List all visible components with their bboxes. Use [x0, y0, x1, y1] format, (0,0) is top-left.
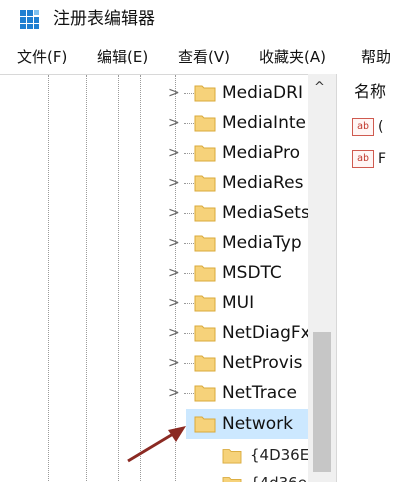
folder-icon [194, 205, 216, 222]
folder-icon [194, 416, 216, 433]
tree-item-label: Network [222, 414, 293, 434]
tree-subitem-label: {4d36e [250, 473, 307, 482]
folder-icon [194, 175, 216, 192]
name-column-header[interactable]: 名称 [354, 82, 386, 102]
values-pane[interactable]: 名称 ab ( ab F [346, 74, 400, 482]
tree-item-label: MediaRes [222, 173, 304, 193]
tree-item-label: MediaInte [222, 113, 306, 133]
tree-item-mediasets[interactable]: > MediaSets [158, 198, 308, 228]
tree-subitem-label: {4D36E [250, 446, 310, 464]
pane-splitter[interactable] [336, 74, 346, 482]
chevron-right-icon[interactable]: > [168, 264, 180, 282]
menu-bar: 文件(F) 编辑(E) 查看(V) 收藏夹(A) 帮助 [0, 40, 400, 74]
value-name[interactable]: ( [378, 118, 383, 136]
tree-item-network[interactable]: Network [186, 409, 308, 439]
folder-icon [194, 295, 216, 312]
folder-icon [194, 115, 216, 132]
tree-item-label: NetDiagFx [222, 323, 308, 343]
chevron-right-icon[interactable]: > [168, 234, 180, 252]
tree-item-label: MUI [222, 293, 255, 313]
title-bar: 注册表编辑器 [0, 0, 400, 40]
chevron-right-icon[interactable]: > [168, 324, 180, 342]
string-value-icon: ab [352, 118, 374, 136]
folder-icon [194, 265, 216, 282]
menu-favorites[interactable]: 收藏夹(A) [259, 47, 326, 67]
tree-item-label: NetTrace [222, 383, 297, 403]
folder-icon [222, 477, 242, 482]
tree-scrollbar[interactable]: ^ [308, 74, 336, 482]
tree-item-label: MediaTyp [222, 233, 302, 253]
string-value-icon: ab [352, 150, 374, 168]
tree-item-mediainte[interactable]: > MediaInte [158, 108, 308, 138]
folder-icon [194, 385, 216, 402]
tree-item-nettrace[interactable]: > NetTrace [158, 378, 308, 408]
folder-icon [194, 145, 216, 162]
folder-icon [222, 449, 242, 464]
folder-icon [194, 325, 216, 342]
chevron-right-icon[interactable]: > [168, 294, 180, 312]
chevron-right-icon[interactable]: > [168, 354, 180, 372]
chevron-right-icon[interactable]: > [168, 144, 180, 162]
tree-item-label: MSDTC [222, 263, 282, 283]
tree-item-label: MediaPro [222, 143, 301, 163]
window-title: 注册表编辑器 [53, 9, 155, 29]
tree-guide-line [48, 75, 49, 482]
tree-item-netprovis[interactable]: > NetProvis [158, 348, 308, 378]
tree-item-label: MediaSets [222, 203, 308, 223]
scroll-thumb[interactable] [313, 332, 331, 472]
tree-item-mediatyp[interactable]: > MediaTyp [158, 228, 308, 258]
tree-item-mediares[interactable]: > MediaRes [158, 168, 308, 198]
tree-item-mui[interactable]: > MUI [158, 288, 308, 318]
menu-view[interactable]: 查看(V) [178, 47, 230, 67]
chevron-right-icon[interactable]: > [168, 84, 180, 102]
tree-guide-line [118, 75, 119, 482]
chevron-right-icon[interactable]: > [168, 174, 180, 192]
folder-icon [194, 355, 216, 372]
tree-item-netdiagfx[interactable]: > NetDiagFx [158, 318, 308, 348]
tree-item-msdtc[interactable]: > MSDTC [158, 258, 308, 288]
chevron-right-icon[interactable]: > [168, 204, 180, 222]
menu-help[interactable]: 帮助 [361, 47, 391, 67]
scroll-up-icon[interactable]: ^ [314, 80, 325, 96]
registry-editor-icon [20, 10, 39, 29]
tree-item-label: NetProvis [222, 353, 303, 373]
tree-item-label: MediaDRI [222, 83, 303, 103]
tree-guide-line [140, 75, 141, 482]
folder-icon [194, 85, 216, 102]
tree-guide-line [86, 75, 87, 482]
menu-file[interactable]: 文件(F) [17, 47, 67, 67]
folder-icon [194, 235, 216, 252]
tree-item-mediapro[interactable]: > MediaPro [158, 138, 308, 168]
menu-edit[interactable]: 编辑(E) [97, 47, 148, 67]
chevron-right-icon[interactable]: > [168, 114, 180, 132]
tree-item-mediadri[interactable]: > MediaDRI [158, 78, 308, 108]
registry-tree[interactable]: > MediaDRI > MediaInte > MediaPro > Medi… [0, 74, 336, 482]
chevron-right-icon[interactable]: > [168, 384, 180, 402]
value-name[interactable]: F [378, 150, 386, 168]
